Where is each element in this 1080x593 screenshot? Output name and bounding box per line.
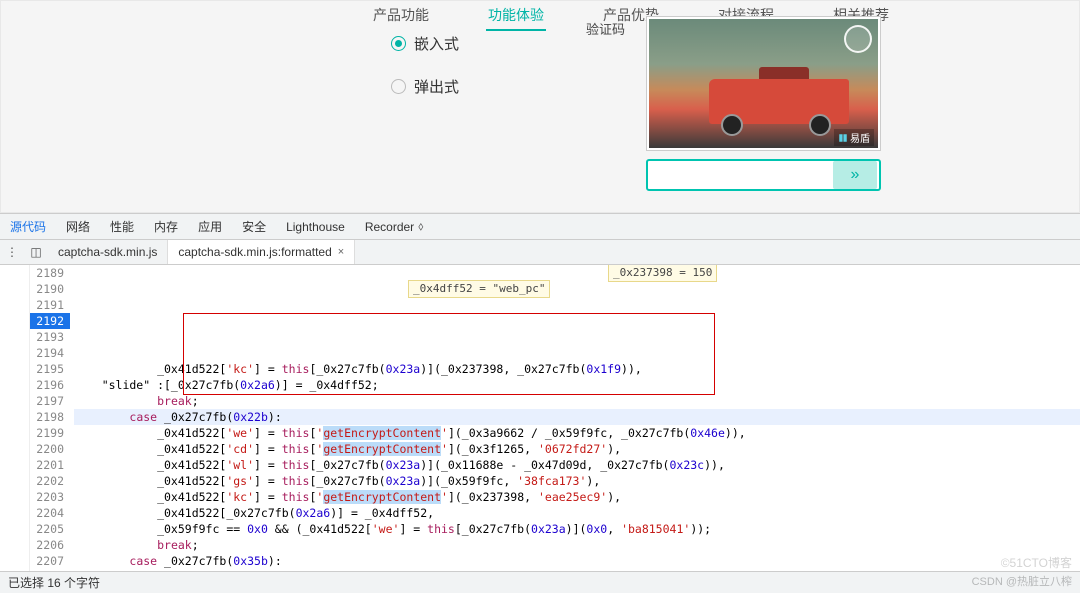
debug-tooltip: _0x4dff52 = "web_pc" — [408, 280, 550, 298]
devtools-tabs: 源代码 网络 性能 内存 应用 安全 Lighthouse Recorder⬨ — [0, 214, 1080, 240]
captcha-label: 验证码 — [586, 22, 625, 37]
breakpoint-gutter[interactable] — [0, 265, 30, 571]
captcha-slider-track[interactable]: » — [646, 159, 881, 191]
radio-popup[interactable]: 弹出式 — [391, 76, 459, 97]
captcha-image: 易盾 — [646, 16, 881, 151]
tab-performance[interactable]: 性能 — [100, 214, 144, 239]
puzzle-target-icon — [844, 25, 872, 53]
watermark: ©51CTO博客 — [1001, 554, 1072, 571]
close-icon[interactable]: × — [338, 246, 344, 258]
devtools-panel: 源代码 网络 性能 内存 应用 安全 Lighthouse Recorder⬨ … — [0, 213, 1080, 593]
tab-application[interactable]: 应用 — [188, 214, 232, 239]
status-bar: 已选择 16 个字符 — [0, 571, 1080, 593]
radio-label: 弹出式 — [414, 76, 459, 97]
brand-logo-icon — [838, 133, 848, 143]
code-content[interactable]: _0x237398 = 150 _0x4dff52 = "web_pc" _0x… — [70, 265, 1080, 571]
mode-radios: 嵌入式 弹出式 — [391, 33, 459, 97]
file-name: captcha-sdk.min.js:formatted — [178, 245, 331, 259]
tab-recorder[interactable]: Recorder⬨ — [355, 214, 434, 239]
file-tab-min[interactable]: captcha-sdk.min.js — [48, 240, 168, 264]
radio-icon — [391, 79, 406, 94]
chevron-double-right-icon: » — [851, 166, 860, 184]
selection-status: 已选择 16 个字符 — [8, 574, 100, 591]
watermark: CSDN @热脏立八榨 — [972, 573, 1072, 589]
tab-sources[interactable]: 源代码 — [0, 214, 56, 239]
debug-tooltip: _0x237398 = 150 — [608, 265, 717, 282]
tab-security[interactable]: 安全 — [232, 214, 276, 239]
tab-lighthouse[interactable]: Lighthouse — [276, 214, 355, 239]
line-gutter: 2189219021912192219321942195219621972198… — [30, 265, 70, 571]
tab-network[interactable]: 网络 — [56, 214, 100, 239]
file-tab-formatted[interactable]: captcha-sdk.min.js:formatted × — [168, 240, 355, 264]
more-menu-icon[interactable]: ⋮ — [0, 245, 24, 259]
file-tabs: ⋮ ◫ captcha-sdk.min.js captcha-sdk.min.j… — [0, 240, 1080, 265]
demo-panel: 产品功能 功能体验 产品优势 对接流程 相关推荐 嵌入式 弹出式 验证码 — [0, 0, 1080, 213]
nav-tab-experience[interactable]: 功能体验 — [486, 1, 546, 31]
code-editor[interactable]: 2189219021912192219321942195219621972198… — [0, 265, 1080, 571]
file-navigator-icon[interactable]: ◫ — [24, 245, 48, 259]
radio-icon — [391, 36, 406, 51]
recorder-preview-icon: ⬨ — [418, 219, 423, 234]
tab-memory[interactable]: 内存 — [144, 214, 188, 239]
captcha-slider-thumb[interactable]: » — [833, 161, 877, 189]
captcha-panel: 验证码 易盾 » — [586, 19, 921, 38]
radio-label: 嵌入式 — [414, 33, 459, 54]
file-name: captcha-sdk.min.js — [58, 245, 157, 259]
radio-embedded[interactable]: 嵌入式 — [391, 33, 459, 54]
captcha-brand: 易盾 — [834, 129, 874, 146]
nav-tab-product[interactable]: 产品功能 — [371, 1, 431, 31]
